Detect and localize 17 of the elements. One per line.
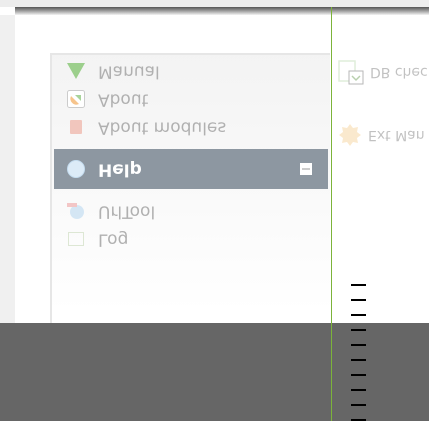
menu-item[interactable]: UrlTool <box>54 197 328 225</box>
menu-item[interactable]: Log <box>54 225 328 253</box>
side-item[interactable]: Ext Man <box>338 123 429 147</box>
menu-item[interactable]: Help <box>54 149 328 189</box>
side-item[interactable]: DB chec <box>338 59 429 85</box>
collapse-icon[interactable] <box>300 163 312 175</box>
globe-icon <box>67 202 85 220</box>
window-icon <box>338 59 364 85</box>
menu-item[interactable]: About <box>54 85 328 113</box>
gear-icon <box>338 123 362 147</box>
document-icon <box>68 232 84 246</box>
triangle-icon <box>67 63 85 79</box>
help-icon <box>67 160 85 178</box>
book-icon <box>70 120 82 134</box>
menu-item[interactable]: About modules <box>54 113 328 141</box>
pie-icon <box>67 90 85 108</box>
menu-item[interactable]: Manual <box>54 57 328 85</box>
